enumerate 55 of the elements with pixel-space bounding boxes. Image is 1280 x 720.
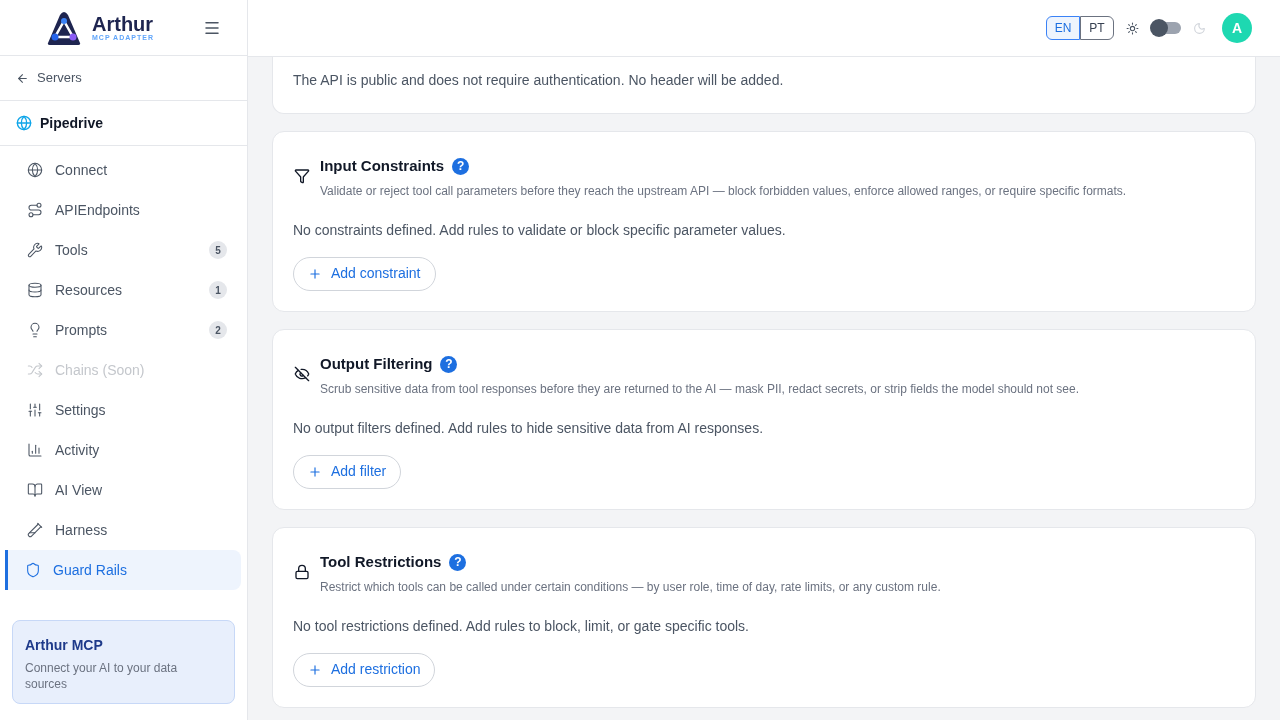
shuffle-icon <box>27 362 43 378</box>
promo-text: Connect your AI to your data sources <box>25 660 179 692</box>
help-badge[interactable]: ? <box>452 157 470 175</box>
eye-off-icon <box>294 366 310 382</box>
database-icon <box>27 282 43 298</box>
sliders-icon <box>27 402 43 418</box>
route-icon <box>27 202 43 218</box>
count-badge: 1 <box>209 281 227 299</box>
help-badge[interactable]: ? <box>449 553 467 571</box>
lightbulb-icon <box>27 322 43 338</box>
count-badge: 2 <box>209 321 227 339</box>
book-icon <box>27 482 43 498</box>
nav-item[interactable]: AI View <box>5 470 241 510</box>
section-description: Scrub sensitive data from tool responses before they are returned to the AI — mask PII, redact secrets, or strip fields the model should not see. <box>320 380 1080 398</box>
theme-toggle[interactable] <box>1151 22 1181 34</box>
nav-item[interactable]: APIEndpoints <box>5 190 241 230</box>
nav-item[interactable]: Settings <box>5 390 241 430</box>
lock-icon <box>294 564 310 580</box>
wrench-icon <box>27 242 43 258</box>
sun-icon <box>1126 21 1139 35</box>
section-title: Tool Restrictions <box>320 552 442 572</box>
back-link[interactable]: Servers <box>0 56 247 101</box>
nav-item[interactable]: Connect <box>5 150 241 190</box>
plus-icon <box>308 266 322 281</box>
test-tube-icon <box>27 522 43 538</box>
empty-message: No constraints defined. Add rules to validate or block specific parameter values. <box>293 220 787 240</box>
empty-message: No tool restrictions defined. Add rules to block, limit, or gate specific tools. <box>293 616 750 636</box>
empty-message: No output filters defined. Add rules to hide sensitive data from AI responses. <box>293 418 765 438</box>
brand-name: Arthur <box>92 14 154 34</box>
back-arrow-icon <box>16 71 29 85</box>
globe-icon <box>27 162 43 178</box>
nav-item[interactable]: Activity <box>5 430 241 470</box>
section-title: Output Filtering <box>320 354 433 374</box>
count-badge: 5 <box>209 241 227 259</box>
shield-icon <box>25 562 41 578</box>
auth-note: The API is public and does not require authentication. No header will be added. <box>293 71 785 90</box>
moon-icon <box>1193 21 1206 35</box>
bar-chart-icon <box>27 442 43 458</box>
language-tab[interactable]: PT <box>1080 16 1114 40</box>
language-tab[interactable]: EN <box>1046 16 1080 40</box>
nav-item[interactable]: Prompts 2 <box>5 310 241 350</box>
nav-item[interactable]: Harness <box>5 510 241 550</box>
plus-icon <box>308 464 322 479</box>
promo-title: Arthur MCP <box>25 636 104 655</box>
server-name: Pipedrive <box>40 113 104 133</box>
nav-item[interactable]: Resources 1 <box>5 270 241 310</box>
nav-item[interactable]: Guard Rails <box>5 550 241 590</box>
filter-icon <box>294 168 310 184</box>
section-title: Input Constraints <box>320 156 445 176</box>
globe-icon <box>16 115 32 131</box>
nav-item[interactable]: Tools 5 <box>5 230 241 270</box>
section-description: Restrict which tools can be called under certain conditions — by user role, time of day, rate limits, or any custom rule. <box>320 578 941 596</box>
section-description: Validate or reject tool call parameters before they reach the upstream API — block forbidden values, enforce allowed ranges, or require specific formats. <box>320 182 1127 200</box>
plus-icon <box>308 662 322 677</box>
help-badge[interactable]: ? <box>440 355 458 373</box>
